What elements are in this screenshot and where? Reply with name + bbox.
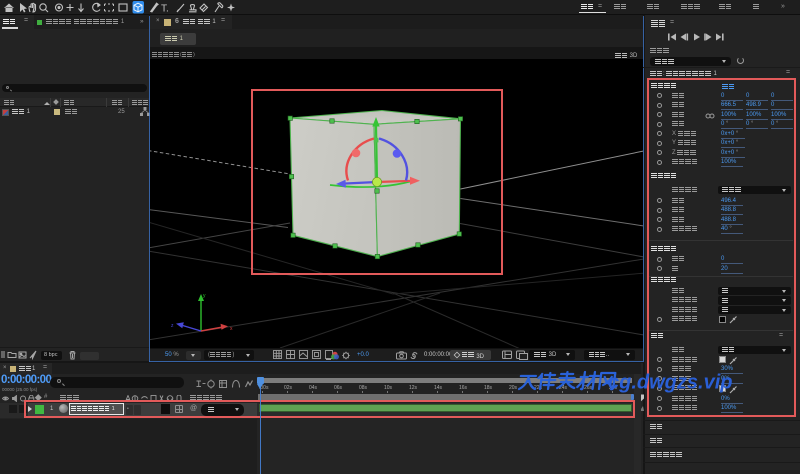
svg-text:T.: T. [161,4,169,15]
svg-text:cg.dwgzs.vip: cg.dwgzs.vip [608,372,732,394]
svg-text:y: y [203,293,206,299]
svg-text:z: z [171,323,174,329]
svg-text:x: x [230,326,233,332]
